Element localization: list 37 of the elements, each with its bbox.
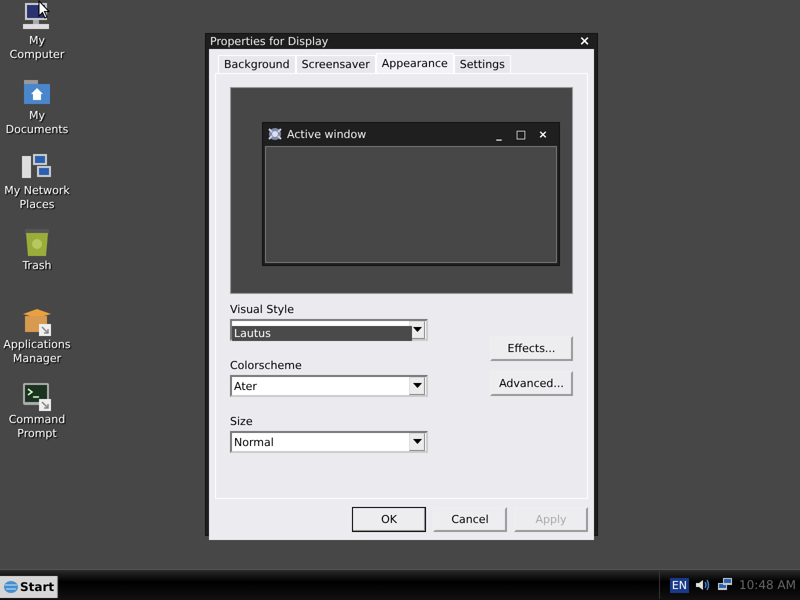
- tab[interactable]: Appearance: [376, 53, 454, 73]
- network-icon[interactable]: [717, 577, 734, 593]
- dialog-button: Apply: [514, 507, 588, 532]
- window-title: Properties for Display: [210, 35, 328, 48]
- dialog-button[interactable]: OK: [352, 507, 426, 532]
- dropdown-value: Normal: [233, 436, 275, 448]
- globe-icon: [3, 580, 19, 594]
- icon-label[interactable]: Command Prompt: [1, 413, 73, 441]
- speaker-icon[interactable]: [695, 577, 712, 593]
- push-button[interactable]: Advanced...: [490, 371, 573, 396]
- mouse-pointer-icon: [38, 0, 50, 19]
- field-label: Size: [230, 414, 254, 430]
- window-control: _: [491, 128, 507, 140]
- icon-label[interactable]: Applications Manager: [1, 338, 73, 366]
- field-label: Visual Style: [230, 302, 295, 318]
- dialog-button[interactable]: Cancel: [433, 507, 507, 532]
- close-button[interactable]: ×: [576, 34, 593, 49]
- tab[interactable]: Background: [218, 55, 296, 73]
- tab[interactable]: Screensaver: [296, 55, 376, 73]
- window-control: □: [513, 128, 529, 140]
- dropdown-value: Ater: [233, 380, 258, 392]
- dropdown[interactable]: Normal: [230, 431, 428, 453]
- language-indicator[interactable]: EN: [670, 578, 690, 592]
- icon-label[interactable]: Trash: [22, 259, 52, 273]
- dropdown[interactable]: Ater: [230, 375, 428, 397]
- window-control: ×: [535, 128, 551, 140]
- icon-label[interactable]: My Computer: [1, 34, 73, 62]
- tab[interactable]: Settings: [454, 55, 511, 73]
- field-label: Colorscheme: [230, 358, 303, 374]
- icon-label[interactable]: My Documents: [1, 109, 73, 137]
- dropdown-option[interactable]: Lautus: [232, 326, 412, 341]
- push-button[interactable]: Effects...: [490, 336, 573, 361]
- clock: 10:48 AM: [739, 578, 796, 592]
- preview-window-title: Active window: [287, 128, 368, 140]
- dropdown[interactable]: Lautus: [230, 319, 428, 341]
- icon-label[interactable]: My Network Places: [1, 184, 73, 212]
- start-button[interactable]: Start: [0, 576, 58, 598]
